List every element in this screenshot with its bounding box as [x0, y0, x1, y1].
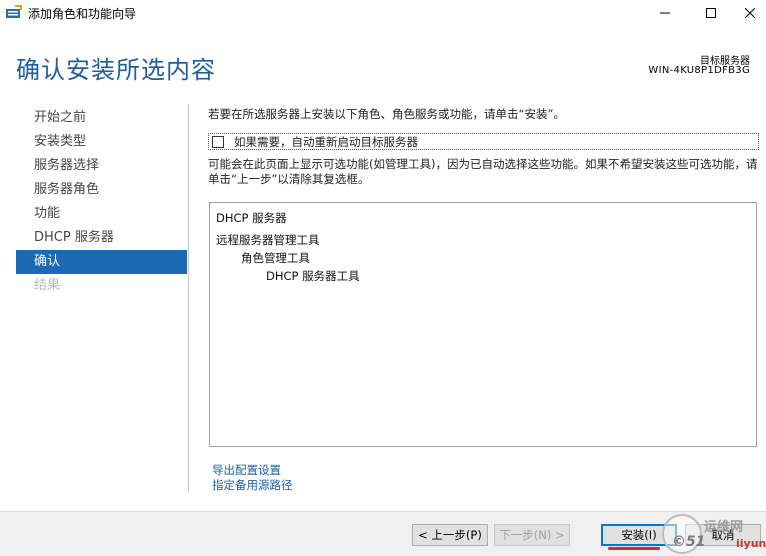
previous-button[interactable]: < 上一步(P) [412, 524, 488, 546]
nav-item-server-roles[interactable]: 服务器角色 [16, 178, 187, 202]
instruction-text: 若要在所选服务器上安装以下角色、角色服务或功能，请单击“安装”。 [208, 107, 565, 121]
maximize-icon [706, 8, 716, 18]
nav-item-before-you-begin[interactable]: 开始之前 [16, 106, 187, 130]
watermark-line1: 运维网 [704, 520, 744, 535]
window-title: 添加角色和功能向导 [28, 7, 137, 21]
page-title: 确认安装所选内容 [16, 56, 216, 84]
watermark-line3: iiyun [736, 537, 766, 550]
close-button[interactable] [734, 0, 766, 26]
nav-item-installation-type[interactable]: 安装类型 [16, 130, 187, 154]
watermark-line2: ©51 [672, 534, 706, 550]
minimize-button[interactable] [642, 0, 688, 26]
restart-option[interactable]: 如果需要，自动重新启动目标服务器 [208, 133, 759, 150]
close-icon [745, 8, 755, 18]
server-manager-icon [6, 5, 22, 18]
wizard-nav: 开始之前 安装类型 服务器选择 服务器角色 功能 DHCP 服务器 确认 结果 [16, 106, 187, 298]
install-highlight-underline [608, 547, 660, 550]
watermark: 运维网 ©51 iiyun [662, 512, 766, 556]
list-item: 远程服务器管理工具 [216, 233, 320, 247]
nav-item-results: 结果 [34, 278, 61, 293]
title-bar: 添加角色和功能向导 [0, 0, 766, 26]
minimize-icon [660, 12, 670, 14]
next-button: 下一步(N) > [494, 524, 570, 546]
nav-item-features[interactable]: 功能 [16, 202, 187, 226]
nav-item-server-selection[interactable]: 服务器选择 [16, 154, 187, 178]
list-item: 角色管理工具 [241, 251, 310, 265]
list-item: DHCP 服务器 [216, 211, 287, 225]
nav-item-dhcp-server[interactable]: DHCP 服务器 [16, 226, 187, 250]
maximize-button[interactable] [688, 0, 734, 26]
restart-checkbox[interactable] [212, 135, 224, 148]
list-item: DHCP 服务器工具 [266, 269, 360, 283]
nav-divider [188, 104, 189, 492]
nav-item-confirmation[interactable]: 确认 [16, 250, 187, 274]
optional-features-note: 可能会在此页面上显示可选功能(如管理工具)，因为已自动选择这些功能。如果不希望安… [208, 157, 758, 186]
target-server-name: WIN-4KU8P1DFB3G [648, 65, 750, 76]
selection-list: DHCP 服务器 远程服务器管理工具 角色管理工具 DHCP 服务器工具 [209, 202, 757, 447]
restart-checkbox-label[interactable]: 如果需要，自动重新启动目标服务器 [234, 134, 418, 150]
export-settings-link[interactable]: 导出配置设置 [212, 462, 281, 478]
alternate-source-link[interactable]: 指定备用源路径 [212, 477, 293, 493]
